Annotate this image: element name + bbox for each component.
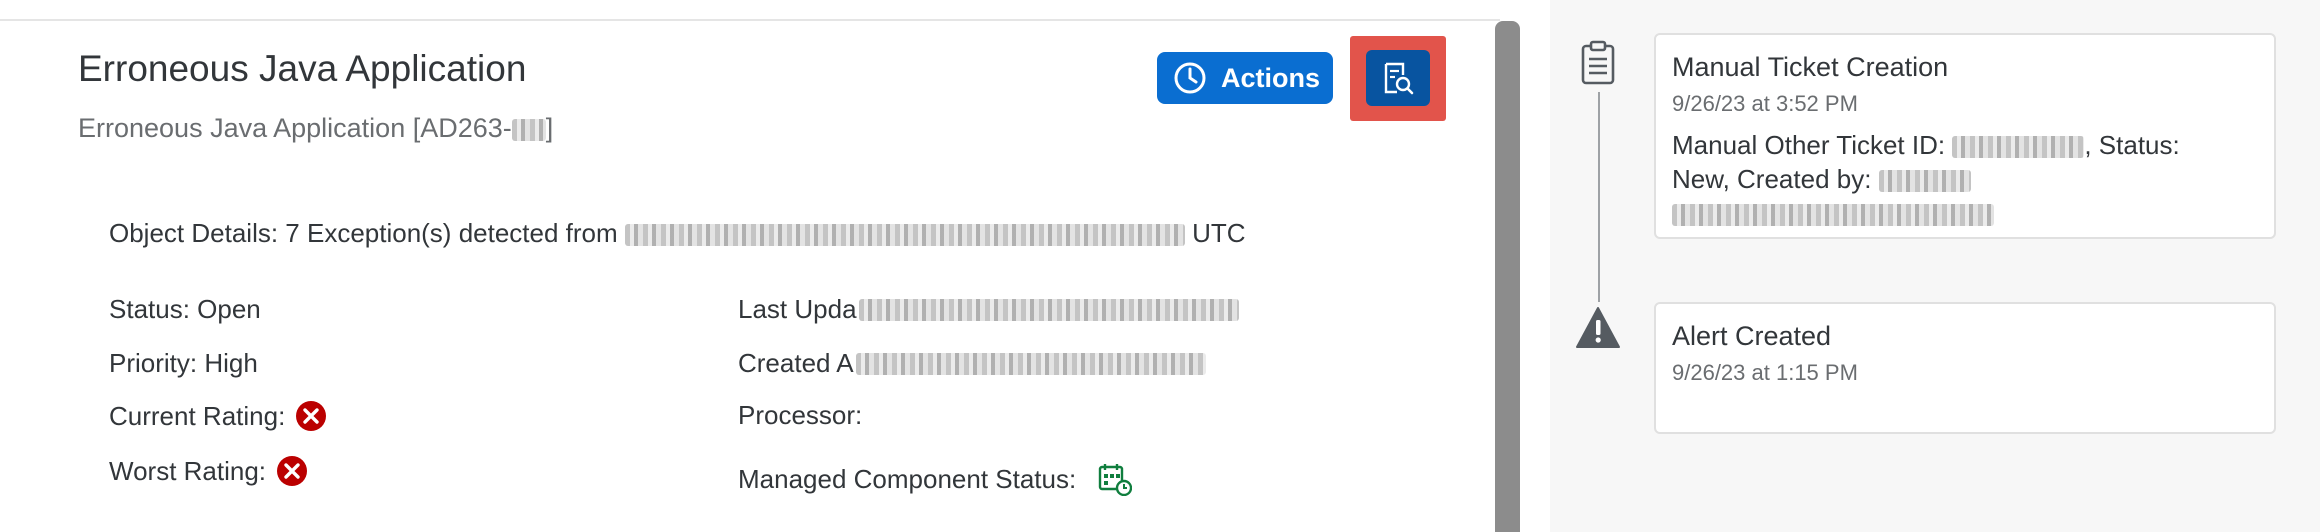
page-title: Erroneous Java Application: [78, 48, 527, 89]
priority-label: Priority: High: [109, 348, 258, 378]
worst-rating-label: Worst Rating:: [109, 455, 267, 486]
actions-label: Actions: [1221, 62, 1321, 93]
object-details-text: Object Details: 7 Exception(s) detected …: [109, 218, 618, 248]
subtitle-end: ]: [545, 113, 554, 143]
current-rating-label: Current Rating:: [109, 400, 286, 431]
processor-field: Processor:: [738, 400, 862, 431]
view-details-button[interactable]: [1366, 50, 1430, 106]
calendar-status-icon[interactable]: [1098, 462, 1133, 496]
clipboard-icon: [1581, 40, 1615, 85]
worst-rating-field: Worst Rating:: [109, 455, 308, 487]
card-title: Manual Ticket Creation: [1672, 52, 1949, 82]
document-search-icon: [1384, 62, 1414, 95]
redacted-date: [858, 298, 1239, 321]
page-subtitle: Erroneous Java Application [AD263-]: [78, 113, 553, 144]
card-date: 9/26/23 at 1:15 PM: [1672, 360, 1858, 385]
redacted-id: [511, 119, 546, 141]
ticket-id-label: Manual Other Ticket ID:: [1672, 130, 1946, 160]
timeline-connector: [1598, 92, 1600, 302]
last-updated-field: Last Upda: [738, 294, 1239, 325]
timeline-card[interactable]: Alert Created 9/26/23 at 1:15 PM: [1654, 302, 2276, 434]
divider: [0, 19, 1500, 21]
managed-component-status-field: Managed Component Status:: [738, 462, 1133, 496]
status-label: Status: Open: [109, 294, 261, 324]
alert-detail-panel: Erroneous Java Application Erroneous Jav…: [0, 0, 1520, 532]
card-body-line: Manual Other Ticket ID: , Status:: [1672, 128, 2232, 162]
card-body-line: New, Created by:: [1672, 162, 2232, 196]
card-date: 9/26/23 at 3:52 PM: [1672, 91, 1858, 116]
clock-icon: [1174, 62, 1206, 94]
redacted-user: [1878, 170, 1971, 192]
managed-component-status-label: Managed Component Status:: [738, 463, 1077, 494]
card-body: Manual Other Ticket ID: , Status: New, C…: [1672, 128, 2232, 230]
current-rating-field: Current Rating:: [109, 400, 327, 432]
created-by-label: New, Created by:: [1672, 164, 1872, 194]
subtitle-text: Erroneous Java Application [AD263-: [78, 113, 512, 143]
warning-icon: [1576, 307, 1620, 348]
card-body-line: [1672, 196, 2232, 230]
card-title: Alert Created: [1672, 321, 1832, 351]
status-label: , Status:: [2084, 130, 2180, 160]
object-details-suffix: UTC: [1192, 218, 1246, 248]
timeline-card[interactable]: Manual Ticket Creation 9/26/23 at 3:52 P…: [1654, 33, 2276, 239]
created-at-field: Created A: [738, 348, 1206, 379]
actions-button[interactable]: Actions: [1157, 52, 1333, 104]
status-field: Status: Open: [109, 294, 261, 325]
error-icon: [277, 456, 308, 486]
scrollbar[interactable]: [1495, 21, 1520, 532]
redacted-ticket-id: [1952, 136, 2085, 158]
priority-field: Priority: High: [109, 348, 258, 379]
created-at-label: Created A: [738, 348, 854, 378]
last-updated-label: Last Upda: [738, 294, 857, 324]
processor-label: Processor:: [738, 400, 863, 430]
error-icon: [296, 401, 327, 431]
redacted-date: [855, 352, 1206, 375]
object-details: Object Details: 7 Exception(s) detected …: [109, 218, 1246, 249]
redacted-time-range: [624, 224, 1185, 246]
redacted-user-detail: [1672, 204, 1994, 226]
